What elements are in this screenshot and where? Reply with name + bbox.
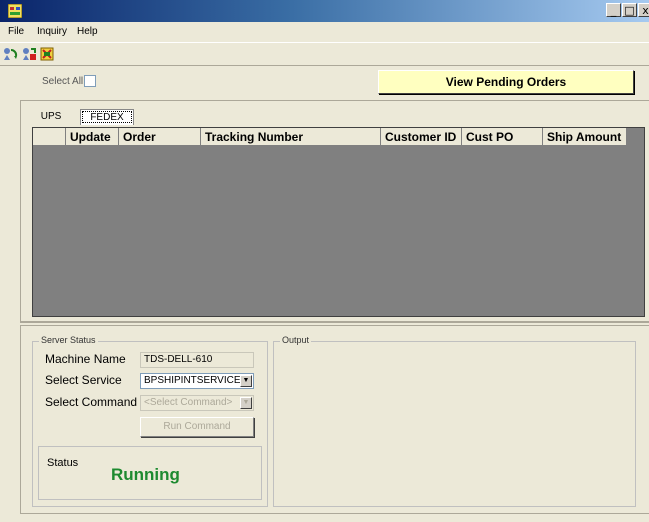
server-status-legend: Server Status — [39, 335, 98, 345]
view-pending-orders-button[interactable]: View Pending Orders — [378, 70, 634, 94]
main-window: _ □ x File Inquiry Help Select All View … — [0, 0, 649, 522]
menu-inquiry[interactable]: Inquiry — [37, 26, 67, 37]
menu-help[interactable]: Help — [77, 26, 98, 37]
title-bar[interactable]: _ □ x — [0, 0, 649, 22]
column-header-cust-po[interactable]: Cust PO — [462, 128, 543, 146]
select-service-label: Select Service — [45, 373, 122, 387]
column-header-ship-amount[interactable]: Ship Amount — [543, 128, 627, 146]
output-legend: Output — [280, 335, 312, 345]
grid-header-row: Update Order Tracking Number Customer ID… — [33, 128, 627, 146]
column-header-order[interactable]: Order — [119, 128, 201, 146]
minimize-button[interactable]: _ — [606, 3, 621, 17]
settings-icon[interactable] — [39, 46, 55, 62]
select-service-value: BPSHIPINTSERVICE — [144, 375, 241, 386]
select-all-label: Select All — [42, 76, 84, 87]
toolbar — [0, 42, 649, 66]
chevron-down-icon[interactable]: ▼ — [240, 375, 252, 387]
machine-name-label: Machine Name — [45, 352, 126, 366]
status-box: Status Running — [38, 446, 262, 500]
select-all-checkbox[interactable] — [84, 75, 96, 87]
status-label: Status — [47, 457, 79, 469]
tab-fedex[interactable]: FEDEX — [80, 109, 134, 125]
run-command-button[interactable]: Run Command — [140, 417, 254, 437]
output-group[interactable]: Output — [273, 335, 636, 507]
select-command-label: Select Command — [45, 395, 138, 409]
close-button[interactable]: x — [638, 3, 649, 17]
chevron-down-icon[interactable]: ▼ — [240, 397, 252, 409]
column-header-tracking-number[interactable]: Tracking Number — [201, 128, 381, 146]
menu-file[interactable]: File — [8, 26, 24, 37]
menu-bar: File Inquiry Help — [0, 22, 649, 42]
machine-name-field: TDS-DELL-610 — [140, 352, 254, 368]
status-value: Running — [111, 465, 180, 484]
column-header-customer-id[interactable]: Customer ID — [381, 128, 462, 146]
select-command-dropdown[interactable]: <Select Command> ▼ — [140, 395, 254, 411]
app-icon — [8, 4, 22, 18]
export-icon[interactable] — [21, 46, 37, 62]
select-service-dropdown[interactable]: BPSHIPINTSERVICE ▼ — [140, 373, 254, 389]
row-header-cell — [33, 128, 66, 146]
maximize-button[interactable]: □ — [622, 3, 637, 17]
select-command-value: <Select Command> — [144, 397, 233, 408]
tab-ups[interactable]: UPS — [28, 109, 74, 124]
orders-grid[interactable]: Update Order Tracking Number Customer ID… — [32, 127, 645, 317]
refresh-users-icon[interactable] — [2, 46, 18, 62]
column-header-update[interactable]: Update — [66, 128, 119, 146]
